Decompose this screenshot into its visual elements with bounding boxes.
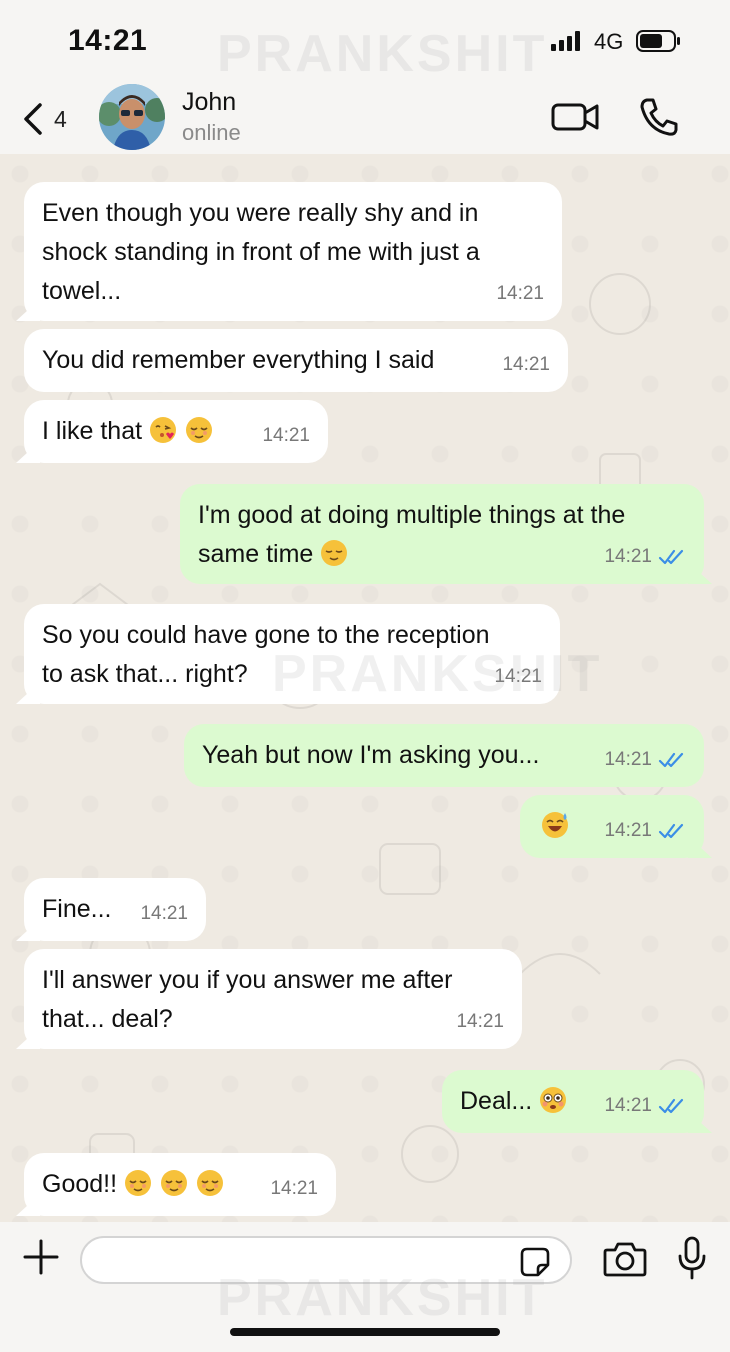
read-ticks-icon [658,823,684,838]
video-call-icon[interactable] [551,100,601,134]
message-meta: 14:21 [270,1169,318,1208]
battery-icon [636,30,680,52]
message-meta: 14:21 [604,740,686,779]
home-indicator[interactable] [230,1328,500,1336]
message-text: I'll answer you if you answer me after t… [42,966,453,1033]
status-time: 14:21 [68,24,148,57]
message-time: 14:21 [494,666,542,687]
message-time: 14:21 [456,1011,504,1032]
message-time: 14:21 [496,283,544,304]
message-bubble-incoming[interactable]: I like that 14:21 [24,400,328,463]
message-text-content: I like that [42,417,143,445]
signal-icon [551,31,580,51]
message-time: 14:21 [604,1095,652,1116]
relieved-emoji [161,1170,188,1196]
message-meta: 14:21 [456,1002,504,1041]
sticker-icon[interactable] [519,1246,551,1278]
relieved-emoji [125,1170,152,1196]
message-bubble-incoming[interactable]: So you could have gone to the reception … [24,604,560,704]
camera-icon[interactable] [603,1240,647,1278]
avatar-photo [99,84,165,150]
message-meta: 14:21 [262,416,310,455]
message-bubble-outgoing[interactable]: I'm good at doing multiple things at the… [180,484,704,584]
relieved-emoji [186,417,213,443]
unread-count: 4 [54,105,67,132]
message-time: 14:21 [604,749,652,770]
message-text: Even though you were really shy and in s… [42,199,480,305]
message-text-content: Good!! [42,1170,118,1198]
message-bubble-incoming[interactable]: I'll answer you if you answer me after t… [24,949,522,1049]
chat-header: 4 John online [0,80,730,154]
message-bubble-outgoing[interactable]: Yeah but now I'm asking you... 14:21 [184,724,704,787]
sweat-smile-emoji [542,812,568,838]
message-time: 14:21 [604,820,652,841]
status-bar: 14:21 PRANKSHIT 4G [0,0,730,83]
message-bubble-incoming[interactable]: Good!! 14:21 [24,1153,336,1216]
message-input[interactable] [80,1236,572,1284]
read-ticks-icon [658,752,684,767]
flushed-emoji [540,1087,567,1113]
message-meta: 14:21 [496,274,544,313]
message-bubble-incoming[interactable]: Fine... 14:21 [24,878,206,941]
message-time: 14:21 [262,425,310,446]
message-text: So you could have gone to the reception … [42,621,490,688]
microphone-icon[interactable] [676,1236,708,1280]
read-ticks-icon [658,1098,684,1113]
contact-status: online [182,120,241,145]
message-time: 14:21 [604,546,652,567]
message-meta: 14:21 [494,657,542,696]
read-ticks-icon [658,549,684,564]
network-type: 4G [594,29,624,54]
message-text-content: Deal... [460,1087,533,1115]
message-bubble-incoming[interactable]: Even though you were really shy and in s… [24,182,562,321]
message-time: 14:21 [502,354,550,375]
message-bubble-outgoing[interactable]: 14:21 [520,795,704,858]
message-bubble-outgoing[interactable]: Deal... 14:21 [442,1070,704,1133]
contact-name: John [182,88,237,116]
kissing-heart-emoji [150,417,177,443]
message-text-content: I'm good at doing multiple things at the… [198,501,626,568]
watermark-top: PRANKSHIT [217,25,548,83]
message-bubble-incoming[interactable]: You did remember everything I said 14:21 [24,329,568,392]
message-meta: 14:21 [502,345,550,384]
plus-icon[interactable] [22,1238,60,1276]
chevron-left-icon [24,103,42,135]
relieved-emoji [197,1170,224,1196]
chat-area[interactable]: Even though you were really shy and in s… [0,154,730,1222]
message-time: 14:21 [270,1178,318,1199]
phone-icon[interactable] [638,96,680,138]
pensive-smile-emoji [321,540,348,566]
avatar[interactable] [99,84,165,150]
message-time: 14:21 [140,903,188,924]
message-text: You did remember everything I said [42,346,435,374]
back-button[interactable]: 4 [22,99,92,139]
message-meta: 14:21 [604,537,686,576]
message-meta: 14:21 [140,894,188,933]
message-meta: 14:21 [604,811,686,850]
message-meta: 14:21 [604,1086,686,1125]
